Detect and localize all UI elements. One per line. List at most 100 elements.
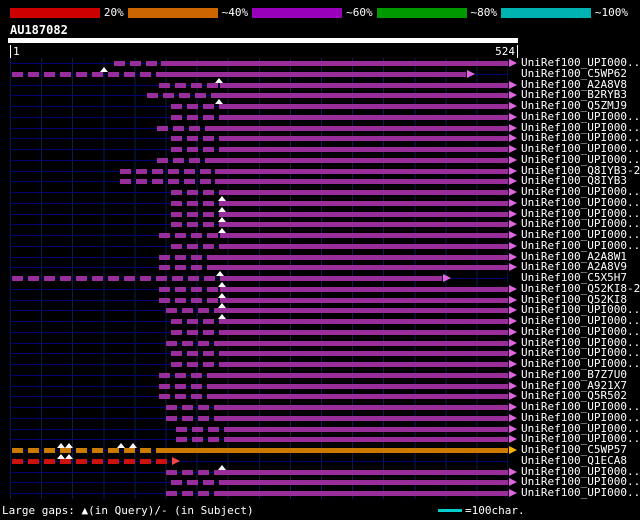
hsp-solid-segment [161,448,508,453]
hit-arrow-icon [509,435,517,444]
hsp-solid-segment [225,437,508,443]
hit-label[interactable]: UniRef100_UPI000.. [521,487,640,499]
hsp-dashed-segment [159,82,221,88]
gap-marker-icon [65,453,74,459]
scale-label: ~100% [594,6,629,19]
hsp-solid-segment [220,308,508,314]
hsp-solid-segment [220,286,508,292]
hit-arrow-icon [509,263,517,272]
hit-arrow-icon [509,177,517,186]
gap-marker-icon [100,66,109,72]
hsp-dashed-segment [11,448,162,453]
hsp-solid-segment [220,276,443,281]
hsp-solid-segment [220,82,508,88]
scale-line-icon [438,508,462,512]
hit-arrow-icon [171,456,180,465]
hsp-dashed-segment [170,329,221,335]
hit-arrow-icon [467,69,476,78]
hsp-dashed-segment [159,372,215,378]
hit-arrow-icon [509,198,517,207]
identity-scale-bar: 20% ~40% ~60% ~80% ~100% [10,6,632,20]
hsp-dashed-segment [156,157,215,163]
hsp-solid-segment [214,372,508,378]
hsp-dashed-segment [119,168,215,174]
hsp-dashed-segment [170,351,221,357]
scale-segment-60pct [252,8,343,18]
hit-arrow-icon [509,370,517,379]
gap-marker-icon [216,271,225,276]
hsp-solid-segment [220,362,508,367]
hsp-dashed-segment [159,233,221,238]
hit-arrow-icon [509,403,517,411]
hit-arrow-icon [509,112,517,121]
hsp-dashed-segment [156,125,215,131]
gap-marker-icon [218,303,227,309]
hsp-solid-segment [220,340,508,346]
gap-marker-icon [218,206,227,212]
hit-arrow-icon [509,349,517,358]
scale-label: ~80% [470,6,498,19]
gap-marker-icon [218,464,227,470]
hit-arrow-icon [509,209,517,218]
hsp-dashed-segment [147,93,221,99]
hsp-dashed-segment [11,276,221,281]
hit-arrow-icon [509,188,517,196]
hit-arrow-icon [509,392,517,401]
hit-arrow-icon [509,381,517,390]
legend-footer: Large gaps: ▲(in Query)/- (in Subject) =… [2,504,638,518]
hsp-solid-segment [161,61,508,66]
hit-arrow-icon [509,241,517,250]
hsp-solid-segment [220,351,508,357]
hsp-dashed-segment [159,297,221,303]
hit-arrow-icon [509,424,517,433]
gap-marker-icon [218,217,227,223]
gap-marker-icon [218,228,227,233]
gap-marker-icon [214,77,223,83]
hit-arrow-icon [509,155,517,164]
scale-segment-20pct [10,8,100,18]
hsp-dashed-segment [170,480,221,486]
hsp-dashed-segment [170,243,221,249]
gap-marker-icon [117,443,126,448]
query-ruler-bar [8,38,518,43]
hsp-dashed-segment [170,319,221,324]
scale-length-label: =100char. [465,504,525,517]
hsp-dashed-segment [166,415,221,421]
hit-arrow-icon [509,134,517,143]
hsp-dashed-segment [170,136,221,142]
hit-arrow-icon [509,231,517,239]
alignment-row[interactable]: UniRef100_UPI000.. [0,487,640,499]
hsp-solid-segment [220,93,508,99]
large-gaps-legend: Large gaps: ▲(in Query)/- (in Subject) [2,504,254,517]
hsp-dashed-segment [170,362,221,367]
hsp-dashed-segment [159,254,215,260]
hsp-dashed-segment [166,469,221,475]
hsp-dashed-segment [166,405,221,410]
hit-arrow-icon [509,317,517,325]
gap-marker-icon [218,195,227,201]
hsp-solid-segment [214,394,508,400]
hsp-dashed-segment [166,491,221,496]
hit-arrow-icon [509,80,517,89]
hsp-dashed-segment [170,222,221,228]
hit-arrow-icon [509,327,517,336]
query-ruler-coords: 1 524 [10,45,518,58]
hsp-solid-segment [220,329,508,335]
hsp-solid-segment [220,297,508,303]
hsp-solid-segment [220,405,508,410]
hsp-dashed-segment [11,71,162,77]
hsp-solid-segment [220,415,508,421]
hit-arrow-icon [509,91,517,100]
scale-segment-40pct [127,8,218,18]
hsp-solid-segment [220,200,508,206]
hsp-solid-segment [220,114,508,120]
scale-legend: =100char. [438,504,525,517]
hsp-solid-segment [220,233,508,238]
hit-arrow-icon [509,489,517,497]
hsp-dashed-segment [113,61,162,66]
gap-marker-icon [65,443,74,448]
gap-marker-icon [214,99,223,104]
hsp-solid-segment [220,480,508,486]
hsp-solid-segment [214,179,508,185]
hsp-solid-segment [220,222,508,228]
